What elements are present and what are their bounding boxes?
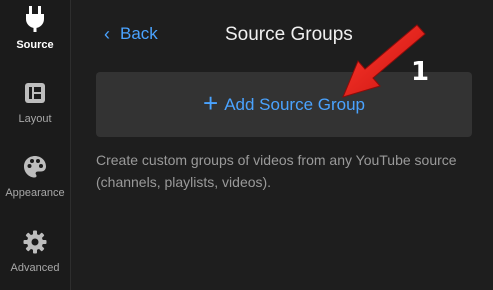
layout-icon — [22, 80, 48, 106]
gear-icon — [22, 229, 48, 255]
back-label: Back — [120, 24, 158, 43]
plug-icon — [22, 6, 48, 32]
sidebar-item-label: Advanced — [10, 262, 60, 274]
sidebar-item-label: Source — [16, 39, 54, 51]
sidebar-item-source[interactable]: Source — [0, 6, 70, 51]
back-button[interactable]: ‹ Back — [104, 24, 158, 44]
add-source-group-label: Add Source Group — [224, 94, 365, 114]
plus-icon: + — [203, 88, 219, 118]
sidebar-item-appearance[interactable]: Appearance — [0, 154, 70, 199]
app-window: Source Layout Appearance Advanced ‹ Back… — [0, 0, 493, 290]
main-panel: ‹ Back Source Groups + Add Source Group … — [71, 0, 493, 290]
palette-icon — [22, 154, 48, 180]
sidebar-item-advanced[interactable]: Advanced — [0, 229, 70, 274]
sidebar-item-label: Appearance — [5, 187, 65, 199]
sidebar-item-layout[interactable]: Layout — [0, 80, 70, 125]
description-text: Create custom groups of videos from any … — [96, 152, 457, 190]
page-title: Source Groups — [225, 24, 353, 45]
annotation-number: 1 — [411, 57, 430, 87]
sidebar: Source Layout Appearance Advanced — [0, 0, 71, 290]
sidebar-item-label: Layout — [18, 113, 52, 125]
chevron-left-icon: ‹ — [104, 24, 110, 44]
